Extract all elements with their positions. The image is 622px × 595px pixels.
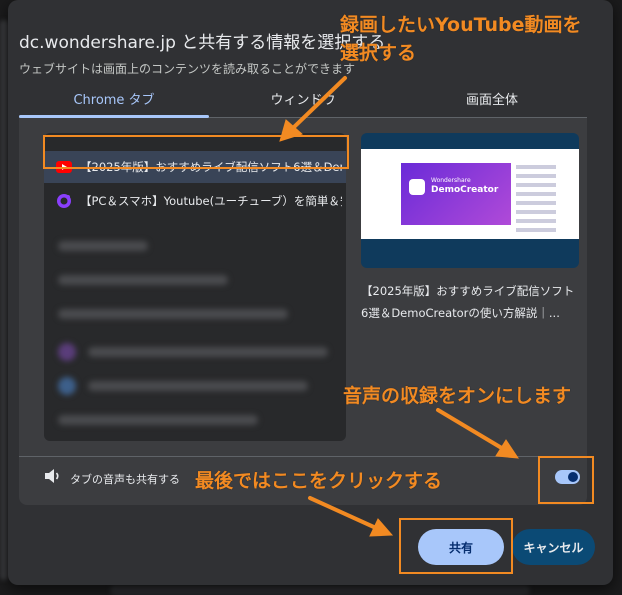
blurred-tab-icon: [58, 343, 76, 361]
blurred-tab-row: [88, 347, 328, 357]
tab-preview-thumbnail: Wondershare DemoCreator: [361, 133, 579, 268]
preview-video: Wondershare DemoCreator: [401, 163, 511, 225]
blurred-tab-row: [58, 309, 288, 319]
list-item-label: 【2025年版】おすすめライブ配信ソフト6選＆DemoCreatorの使い方解説: [80, 160, 342, 174]
source-tabs: Chrome タブ ウィンドウ 画面全体: [19, 88, 587, 118]
list-item-label: 【PC＆スマホ】Youtube(ユーチューブ）を簡単＆安全に: [80, 194, 342, 208]
share-audio-label: タブの音声も共有する: [70, 473, 180, 486]
dialog-subtitle: ウェブサイトは画面上のコンテンツを読み取ることができます: [19, 62, 356, 76]
tab-picker-panel: 【2025年版】おすすめライブ配信ソフト6選＆DemoCreatorの使い方解説…: [19, 118, 587, 505]
preview-sidebar: [516, 165, 556, 235]
blurred-tab-row: [58, 275, 228, 285]
tab-entire-screen[interactable]: 画面全体: [397, 88, 587, 117]
toggle-knob: [568, 472, 578, 482]
preview-caption: 【2025年版】おすすめライブ配信ソフト6選＆DemoCreatorの使い方解説…: [361, 284, 575, 320]
blurred-tab-row: [58, 241, 148, 251]
tab-window[interactable]: ウィンドウ: [208, 88, 398, 117]
annotation-select-tab-line1: 録画したいYouTube動画を: [340, 14, 582, 36]
tab-chrome-tabs[interactable]: Chrome タブ: [19, 88, 209, 117]
dialog-title: dc.wondershare.jp と共有する情報を選択する: [19, 33, 386, 53]
list-item-tab[interactable]: 【PC＆スマホ】Youtube(ユーチューブ）を簡単＆安全に: [44, 185, 346, 217]
blurred-tab-row: [88, 381, 308, 391]
democreator-logo-icon: [409, 179, 425, 195]
preview-brand-large: DemoCreator: [431, 185, 499, 195]
cancel-button[interactable]: キャンセル: [512, 529, 595, 565]
annotation-audio-on: 音声の収録をオンにします: [343, 385, 572, 407]
background-page-left: [0, 20, 8, 580]
share-button[interactable]: 共有: [418, 529, 504, 565]
audio-divider: [19, 456, 587, 457]
preview-brand-small: Wondershare: [431, 177, 471, 184]
blurred-tab-row: [58, 415, 258, 425]
tab-list: 【2025年版】おすすめライブ配信ソフト6選＆DemoCreatorの使い方解説…: [44, 133, 346, 441]
list-item-selected-tab[interactable]: 【2025年版】おすすめライブ配信ソフト6選＆DemoCreatorの使い方解説: [44, 151, 346, 183]
youtube-icon: [56, 159, 72, 175]
democreator-icon: [56, 193, 72, 209]
annotation-select-tab-line2: 選択する: [340, 42, 417, 64]
background-page-bottom: [110, 585, 530, 595]
blurred-tab-icon: [58, 377, 76, 395]
speaker-icon: [44, 468, 62, 488]
share-audio-toggle[interactable]: [555, 470, 580, 484]
annotation-click-here: 最後ではここをクリックする: [195, 470, 443, 492]
